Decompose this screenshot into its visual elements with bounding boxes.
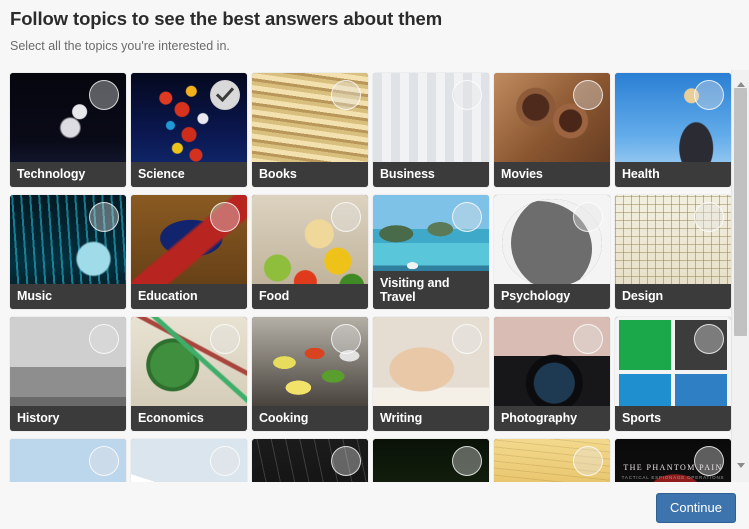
topic-tile-books[interactable]: Books — [252, 73, 368, 187]
topic-tile-20[interactable] — [252, 439, 368, 482]
topic-tile-label: Writing — [373, 406, 489, 431]
topic-tile-history[interactable]: History — [10, 317, 126, 431]
topic-tile-label: Visiting and Travel — [373, 271, 489, 309]
topics-scrollbar[interactable] — [731, 70, 749, 482]
circle-icon[interactable] — [210, 446, 240, 476]
page-subtitle: Select all the topics you're interested … — [10, 39, 230, 53]
topic-tile-label: Health — [615, 162, 731, 187]
topic-tile-label: Education — [131, 284, 247, 309]
circle-icon[interactable] — [210, 324, 240, 354]
topic-tile-19[interactable] — [131, 439, 247, 482]
circle-icon[interactable] — [452, 324, 482, 354]
topic-tile-23[interactable]: THE PHANTOM PAIN TACTICAL ESPIONAGE OPERA… — [615, 439, 731, 482]
scrollbar-thumb[interactable] — [734, 88, 747, 336]
topic-tile-label: Movies — [494, 162, 610, 187]
topic-tile-education[interactable]: Education — [131, 195, 247, 309]
topic-tile-business[interactable]: Business — [373, 73, 489, 187]
circle-icon[interactable] — [694, 202, 724, 232]
circle-icon[interactable] — [452, 202, 482, 232]
circle-icon[interactable] — [331, 80, 361, 110]
circle-icon[interactable] — [89, 446, 119, 476]
circle-icon[interactable] — [573, 202, 603, 232]
circle-icon[interactable] — [573, 324, 603, 354]
topic-tile-sports[interactable]: Sports — [615, 317, 731, 431]
topic-tile-design[interactable]: Design — [615, 195, 731, 309]
topic-tile-label: Photography — [494, 406, 610, 431]
phantom-subtitle: TACTICAL ESPIONAGE OPERATIONS — [621, 475, 725, 480]
circle-icon[interactable] — [694, 446, 724, 476]
topic-tile-photography[interactable]: Photography — [494, 317, 610, 431]
topic-tile-label: Economics — [131, 406, 247, 431]
topic-tile-label: Science — [131, 162, 247, 187]
topics-grid: Technology Science Books Business Movies Heal… — [10, 73, 749, 482]
topic-tile-label: Psychology — [494, 284, 610, 309]
circle-icon[interactable] — [331, 324, 361, 354]
topic-tile-writing[interactable]: Writing — [373, 317, 489, 431]
topic-tile-label: Food — [252, 284, 368, 309]
topic-tile-music[interactable]: Music — [10, 195, 126, 309]
topic-tile-food[interactable]: Food — [252, 195, 368, 309]
page-header: Follow topics to see the best answers ab… — [0, 0, 749, 54]
topic-tile-health[interactable]: Health — [615, 73, 731, 187]
circle-icon[interactable] — [573, 80, 603, 110]
page-footer: Continue — [0, 482, 749, 529]
circle-icon[interactable] — [210, 202, 240, 232]
circle-icon[interactable] — [573, 446, 603, 476]
topic-tile-label: Design — [615, 284, 731, 309]
topic-tile-label: Sports — [615, 406, 731, 431]
topic-tile-technology[interactable]: Technology — [10, 73, 126, 187]
topic-selection-page: doesn't mean that they're not losing out… — [0, 0, 749, 529]
topic-tile-22[interactable] — [494, 439, 610, 482]
topic-tile-label: Technology — [10, 162, 126, 187]
topic-tile-science[interactable]: Science — [131, 73, 247, 187]
circle-icon[interactable] — [452, 80, 482, 110]
topics-scroll-viewport[interactable]: Technology Science Books Business Movies Heal… — [0, 66, 749, 482]
topic-tile-psychology[interactable]: Psychology — [494, 195, 610, 309]
circle-icon[interactable] — [694, 324, 724, 354]
circle-icon[interactable] — [89, 80, 119, 110]
topic-tile-cooking[interactable]: Cooking — [252, 317, 368, 431]
topic-tile-18[interactable] — [10, 439, 126, 482]
continue-button[interactable]: Continue — [655, 493, 736, 523]
page-title: Follow topics to see the best answers ab… — [10, 8, 443, 29]
topic-tile-movies[interactable]: Movies — [494, 73, 610, 187]
topic-tile-label: History — [10, 406, 126, 431]
circle-icon[interactable] — [89, 324, 119, 354]
check-icon[interactable] — [210, 80, 240, 110]
topic-tile-label: Music — [10, 284, 126, 309]
topic-tile-21[interactable] — [373, 439, 489, 482]
topic-tile-label: Cooking — [252, 406, 368, 431]
topic-tile-visiting-and-travel[interactable]: Visiting and Travel — [373, 195, 489, 309]
topic-tile-label: Books — [252, 162, 368, 187]
topic-tile-label: Business — [373, 162, 489, 187]
circle-icon[interactable] — [89, 202, 119, 232]
circle-icon[interactable] — [331, 446, 361, 476]
circle-icon[interactable] — [694, 80, 724, 110]
circle-icon[interactable] — [452, 446, 482, 476]
topic-tile-economics[interactable]: Economics — [131, 317, 247, 431]
circle-icon[interactable] — [331, 202, 361, 232]
scroll-down-icon[interactable] — [732, 457, 749, 474]
